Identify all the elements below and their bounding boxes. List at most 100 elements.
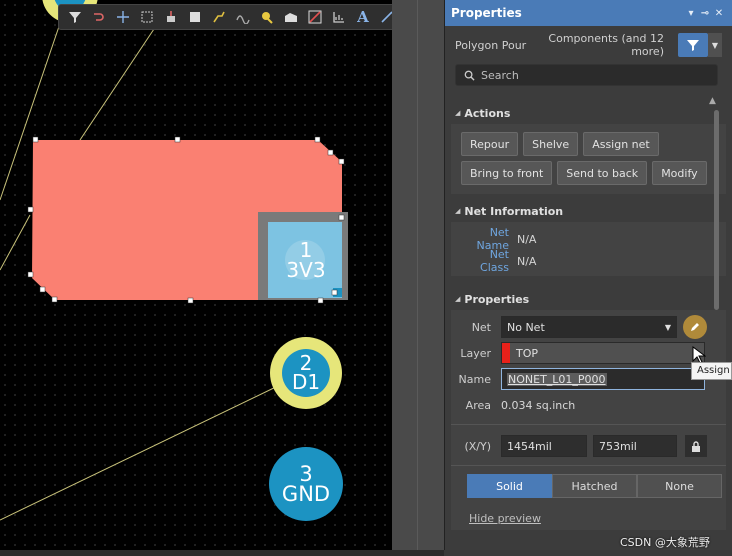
- preview-area: Hide preview: [469, 512, 726, 525]
- net-info-header[interactable]: ◢ Net Information: [445, 200, 732, 222]
- net-select[interactable]: No Net ▼: [501, 316, 677, 338]
- actions-body: Repour Shelve Assign net Bring to front …: [451, 124, 726, 194]
- modify-button[interactable]: Modify: [652, 161, 707, 185]
- collapse-triangle-icon: ◢: [455, 295, 461, 303]
- filter-icon[interactable]: [65, 7, 85, 27]
- properties-title: Properties: [464, 292, 530, 306]
- divider: [451, 465, 726, 466]
- scroll-thumb[interactable]: [714, 110, 719, 310]
- text-icon[interactable]: A: [353, 7, 373, 27]
- funnel-icon: [687, 40, 699, 51]
- line-icon[interactable]: [377, 7, 392, 27]
- layer-select[interactable]: TOP: [501, 342, 705, 364]
- hide-preview-link[interactable]: Hide preview: [469, 512, 541, 525]
- y-value: 753mil: [599, 439, 637, 453]
- layer-color-swatch: [502, 343, 510, 363]
- arc-icon[interactable]: [233, 7, 253, 27]
- layer-label: Layer: [460, 346, 491, 360]
- divider: [451, 424, 726, 425]
- name-label: Name: [458, 372, 491, 386]
- panel-title-bar: Properties ▾ ⊸ ✕: [445, 0, 732, 26]
- crosshair-icon[interactable]: [113, 7, 133, 27]
- properties-panel: Properties ▾ ⊸ ✕ Polygon Pour Components…: [444, 0, 732, 550]
- place-component-icon[interactable]: [161, 7, 181, 27]
- send-to-back-button[interactable]: Send to back: [557, 161, 648, 185]
- area-label: Area: [465, 398, 491, 412]
- filter-dropdown-icon[interactable]: ▼: [708, 33, 722, 57]
- track[interactable]: [0, 384, 281, 521]
- keepout-icon[interactable]: [305, 7, 325, 27]
- filter-button[interactable]: [678, 33, 708, 57]
- net-row: Net No Net ▼: [451, 314, 726, 340]
- xy-row: (X/Y) 1454mil 753mil: [451, 433, 726, 459]
- panel-title: Properties: [451, 6, 522, 20]
- pad-3-net: GND: [281, 482, 331, 506]
- net-label: Net: [471, 320, 491, 334]
- panel-menu-icon[interactable]: ▾: [684, 8, 698, 19]
- net-select-value: No Net: [507, 320, 545, 334]
- selection-filter-row: Polygon Pour Components (and 12 more) ▼: [445, 26, 732, 64]
- pad-3-label: 3 GND: [270, 462, 342, 506]
- assign-net-button[interactable]: Assign net: [583, 132, 659, 156]
- name-row: Name NONET_L01_P000: [451, 366, 726, 392]
- panel-close-icon[interactable]: ✕: [712, 8, 726, 19]
- panel-pin-icon[interactable]: ⊸: [698, 8, 712, 19]
- fill-mode-none[interactable]: None: [637, 474, 722, 498]
- chevron-down-icon: ▼: [664, 322, 671, 332]
- canvas-margin: [392, 0, 444, 550]
- active-bar-toolbar: A: [58, 4, 392, 30]
- lock-icon: [692, 440, 700, 452]
- net-class-value: N/A: [517, 254, 537, 268]
- properties-body: Net No Net ▼ Layer TOP Name NONET_L01_P0…: [451, 310, 726, 530]
- search-input[interactable]: [481, 68, 701, 82]
- track[interactable]: [0, 214, 31, 271]
- search-box: [455, 64, 718, 86]
- polygon-icon[interactable]: [281, 7, 301, 27]
- layer-row: Layer TOP: [451, 340, 726, 366]
- assign-net-picker-button[interactable]: [683, 315, 707, 339]
- track[interactable]: [79, 19, 161, 141]
- bring-to-front-button[interactable]: Bring to front: [461, 161, 553, 185]
- pad-1-net: 3V3: [286, 258, 326, 282]
- report-icon[interactable]: [329, 7, 349, 27]
- select-rect-icon[interactable]: [137, 7, 157, 27]
- collapse-triangle-icon: ◢: [455, 207, 461, 215]
- object-type-label: Polygon Pour: [455, 38, 527, 52]
- lock-button[interactable]: [685, 435, 707, 457]
- search-icon: [464, 70, 475, 81]
- layer-select-value: TOP: [516, 346, 539, 360]
- route-icon[interactable]: [89, 7, 109, 27]
- pencil-icon: [691, 323, 699, 331]
- net-class-row: Net Class N/A: [459, 248, 718, 274]
- app-root: 1 3V3 2 D1 3 GND A Properties ▾ ⊸ ✕ Poly…: [0, 0, 732, 556]
- net-info-title: Net Information: [464, 204, 564, 218]
- actions-title: Actions: [464, 106, 511, 120]
- x-value: 1454mil: [507, 439, 552, 453]
- pcb-canvas[interactable]: 1 3V3 2 D1 3 GND A: [0, 0, 392, 550]
- route-track-icon[interactable]: [209, 7, 229, 27]
- xy-label: (X/Y): [464, 439, 491, 453]
- area-row: Area 0.034 sq.inch: [451, 392, 726, 418]
- area-value: 0.034 sq.inch: [501, 398, 576, 412]
- properties-header[interactable]: ◢ Properties: [445, 288, 732, 310]
- panel-scrollbar[interactable]: [712, 104, 720, 550]
- watermark: CSDN @大象荒野: [620, 536, 710, 549]
- pad-2-net: D1: [291, 370, 321, 394]
- shelve-button[interactable]: Shelve: [523, 132, 579, 156]
- x-input[interactable]: 1454mil: [501, 435, 587, 457]
- y-input[interactable]: 753mil: [593, 435, 677, 457]
- net-class-label: Net Class: [480, 248, 509, 274]
- fill-mode-solid[interactable]: Solid: [467, 474, 552, 498]
- net-info-body: Net Name N/A Net Class N/A: [451, 222, 726, 276]
- repour-button[interactable]: Repour: [461, 132, 519, 156]
- pad-1-number: 1: [299, 238, 313, 262]
- name-input[interactable]: NONET_L01_P000: [501, 368, 705, 390]
- layer-tabs-strip: [0, 550, 444, 556]
- fill-mode-hatched[interactable]: Hatched: [552, 474, 637, 498]
- fill-icon[interactable]: [185, 7, 205, 27]
- pad-3-number: 3: [299, 462, 313, 486]
- pad-icon[interactable]: [257, 7, 277, 27]
- actions-header[interactable]: ◢ Actions: [445, 102, 732, 124]
- net-name-value: N/A: [517, 232, 537, 246]
- pad-1-label: 1 3V3: [282, 240, 330, 280]
